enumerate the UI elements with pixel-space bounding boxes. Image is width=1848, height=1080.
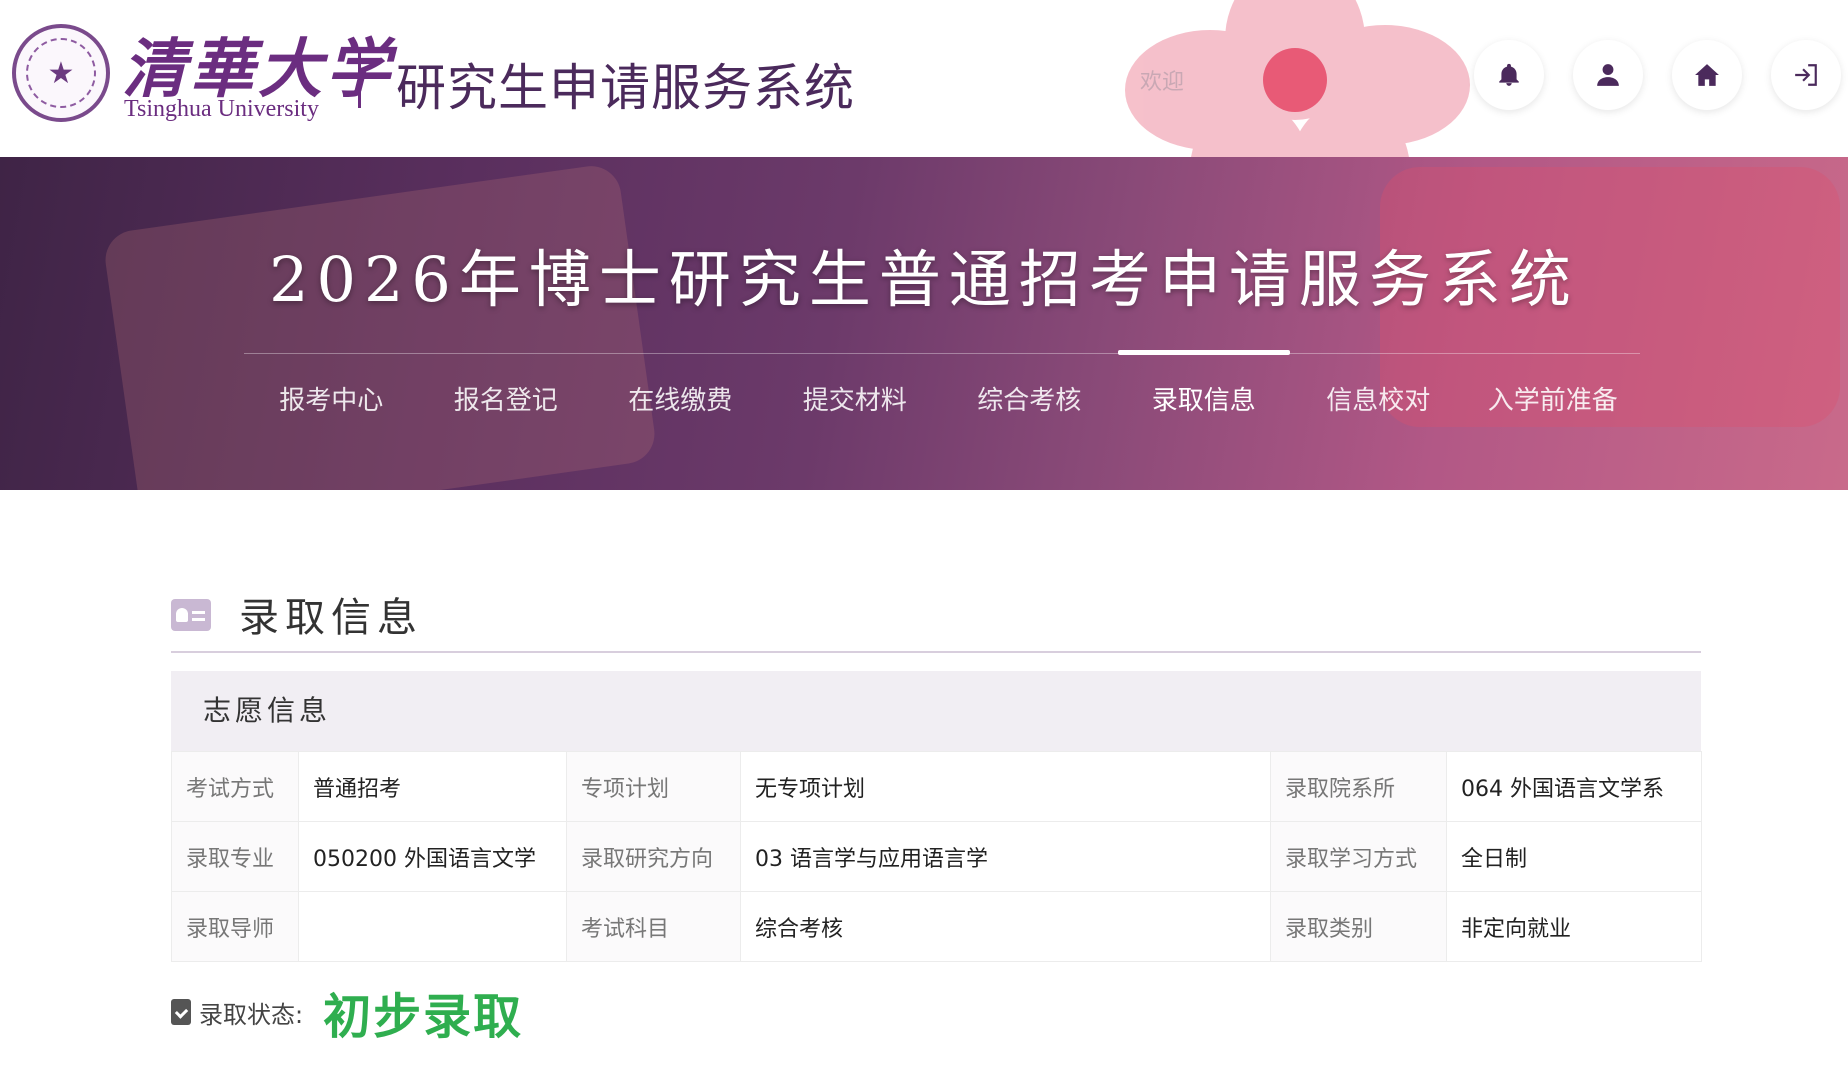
- nav-item-registration-center[interactable]: 报考中心: [245, 354, 417, 434]
- banner-title: 2026年博士研究生普通招考申请服务系统: [269, 243, 1579, 316]
- user-icon: [1597, 64, 1619, 86]
- nav-item-online-payment[interactable]: 在线缴费: [594, 354, 766, 434]
- table-row: 录取专业 050200 外国语言文学 录取研究方向 03 语言学与应用语言学 录…: [171, 821, 1702, 892]
- cell-value: 03 语言学与应用语言学: [740, 821, 1271, 892]
- logo-english-name: Tsinghua University: [124, 96, 319, 122]
- bell-icon: [1499, 63, 1519, 86]
- main-nav: 报考中心 报名登记 在线缴费 提交材料 综合考核 录取信息 信息校对 入学前准备: [244, 350, 1640, 434]
- cell-value: 064 外国语言文学系: [1446, 751, 1702, 822]
- welcome-text: 欢迎: [1140, 70, 1185, 95]
- cell-value: 全日制: [1446, 821, 1702, 892]
- home-icon: [1695, 64, 1719, 86]
- cell-label: 录取导师: [171, 891, 299, 962]
- cell-value: 050200 外国语言文学: [298, 821, 567, 892]
- banner-background-plaque: [101, 162, 659, 490]
- nav-item-assessment[interactable]: 综合考核: [943, 354, 1115, 434]
- cell-label: 录取学习方式: [1270, 821, 1447, 892]
- section-title: 录取信息: [239, 595, 423, 641]
- cell-label: 录取院系所: [1270, 751, 1447, 822]
- cell-label: 录取类别: [1270, 891, 1447, 962]
- home-button[interactable]: [1672, 40, 1742, 110]
- application-info-panel: 志愿信息 考试方式 普通招考 专项计划 无专项计划 录取院系所 064 外国语言…: [171, 671, 1702, 962]
- panel-title: 志愿信息: [171, 671, 1701, 751]
- university-seal-logo[interactable]: ★: [12, 24, 110, 122]
- logo-divider: [358, 48, 361, 108]
- cell-label: 专项计划: [566, 751, 741, 822]
- logout-button[interactable]: [1771, 40, 1841, 110]
- nav-item-admission-info[interactable]: 录取信息: [1117, 350, 1290, 434]
- status-label: 录取状态:: [199, 1000, 304, 1029]
- id-card-icon: [171, 599, 211, 631]
- cell-label: 录取专业: [171, 821, 299, 892]
- nav-item-info-check[interactable]: 信息校对: [1292, 354, 1464, 434]
- system-title: 研究生申请服务系统: [396, 59, 855, 117]
- user-button[interactable]: [1573, 40, 1643, 110]
- cell-value: 普通招考: [298, 751, 567, 822]
- status-value: 初步录取: [323, 989, 524, 1045]
- cell-value: [298, 891, 567, 962]
- cell-value: 综合考核: [740, 891, 1271, 962]
- seal-star-icon: ★: [47, 56, 75, 91]
- logout-icon: [1795, 64, 1817, 86]
- top-header: ★ 清華大学 Tsinghua University 研究生申请服务系统 欢迎: [0, 0, 1848, 230]
- cell-label: 录取研究方向: [566, 821, 741, 892]
- table-row: 录取导师 考试科目 综合考核 录取类别 非定向就业: [171, 891, 1702, 962]
- notification-button[interactable]: [1474, 40, 1544, 110]
- cell-value: 非定向就业: [1446, 891, 1702, 962]
- admission-info-table: 考试方式 普通招考 专项计划 无专项计划 录取院系所 064 外国语言文学系 录…: [171, 751, 1702, 962]
- cell-label: 考试方式: [171, 751, 299, 822]
- nav-item-submit-materials[interactable]: 提交材料: [769, 354, 941, 434]
- section-header: 录取信息: [171, 583, 1701, 653]
- hero-banner: 2026年博士研究生普通招考申请服务系统 报考中心 报名登记 在线缴费 提交材料…: [0, 157, 1848, 490]
- nav-item-sign-up[interactable]: 报名登记: [420, 354, 592, 434]
- nav-item-pre-enrollment[interactable]: 入学前准备: [1467, 354, 1639, 434]
- admission-status: 录取状态: 初步录取: [171, 982, 523, 1045]
- cell-value: 无专项计划: [740, 751, 1271, 822]
- table-row: 考试方式 普通招考 专项计划 无专项计划 录取院系所 064 外国语言文学系: [171, 751, 1702, 822]
- cell-label: 考试科目: [566, 891, 741, 962]
- clipboard-check-icon: [171, 999, 191, 1025]
